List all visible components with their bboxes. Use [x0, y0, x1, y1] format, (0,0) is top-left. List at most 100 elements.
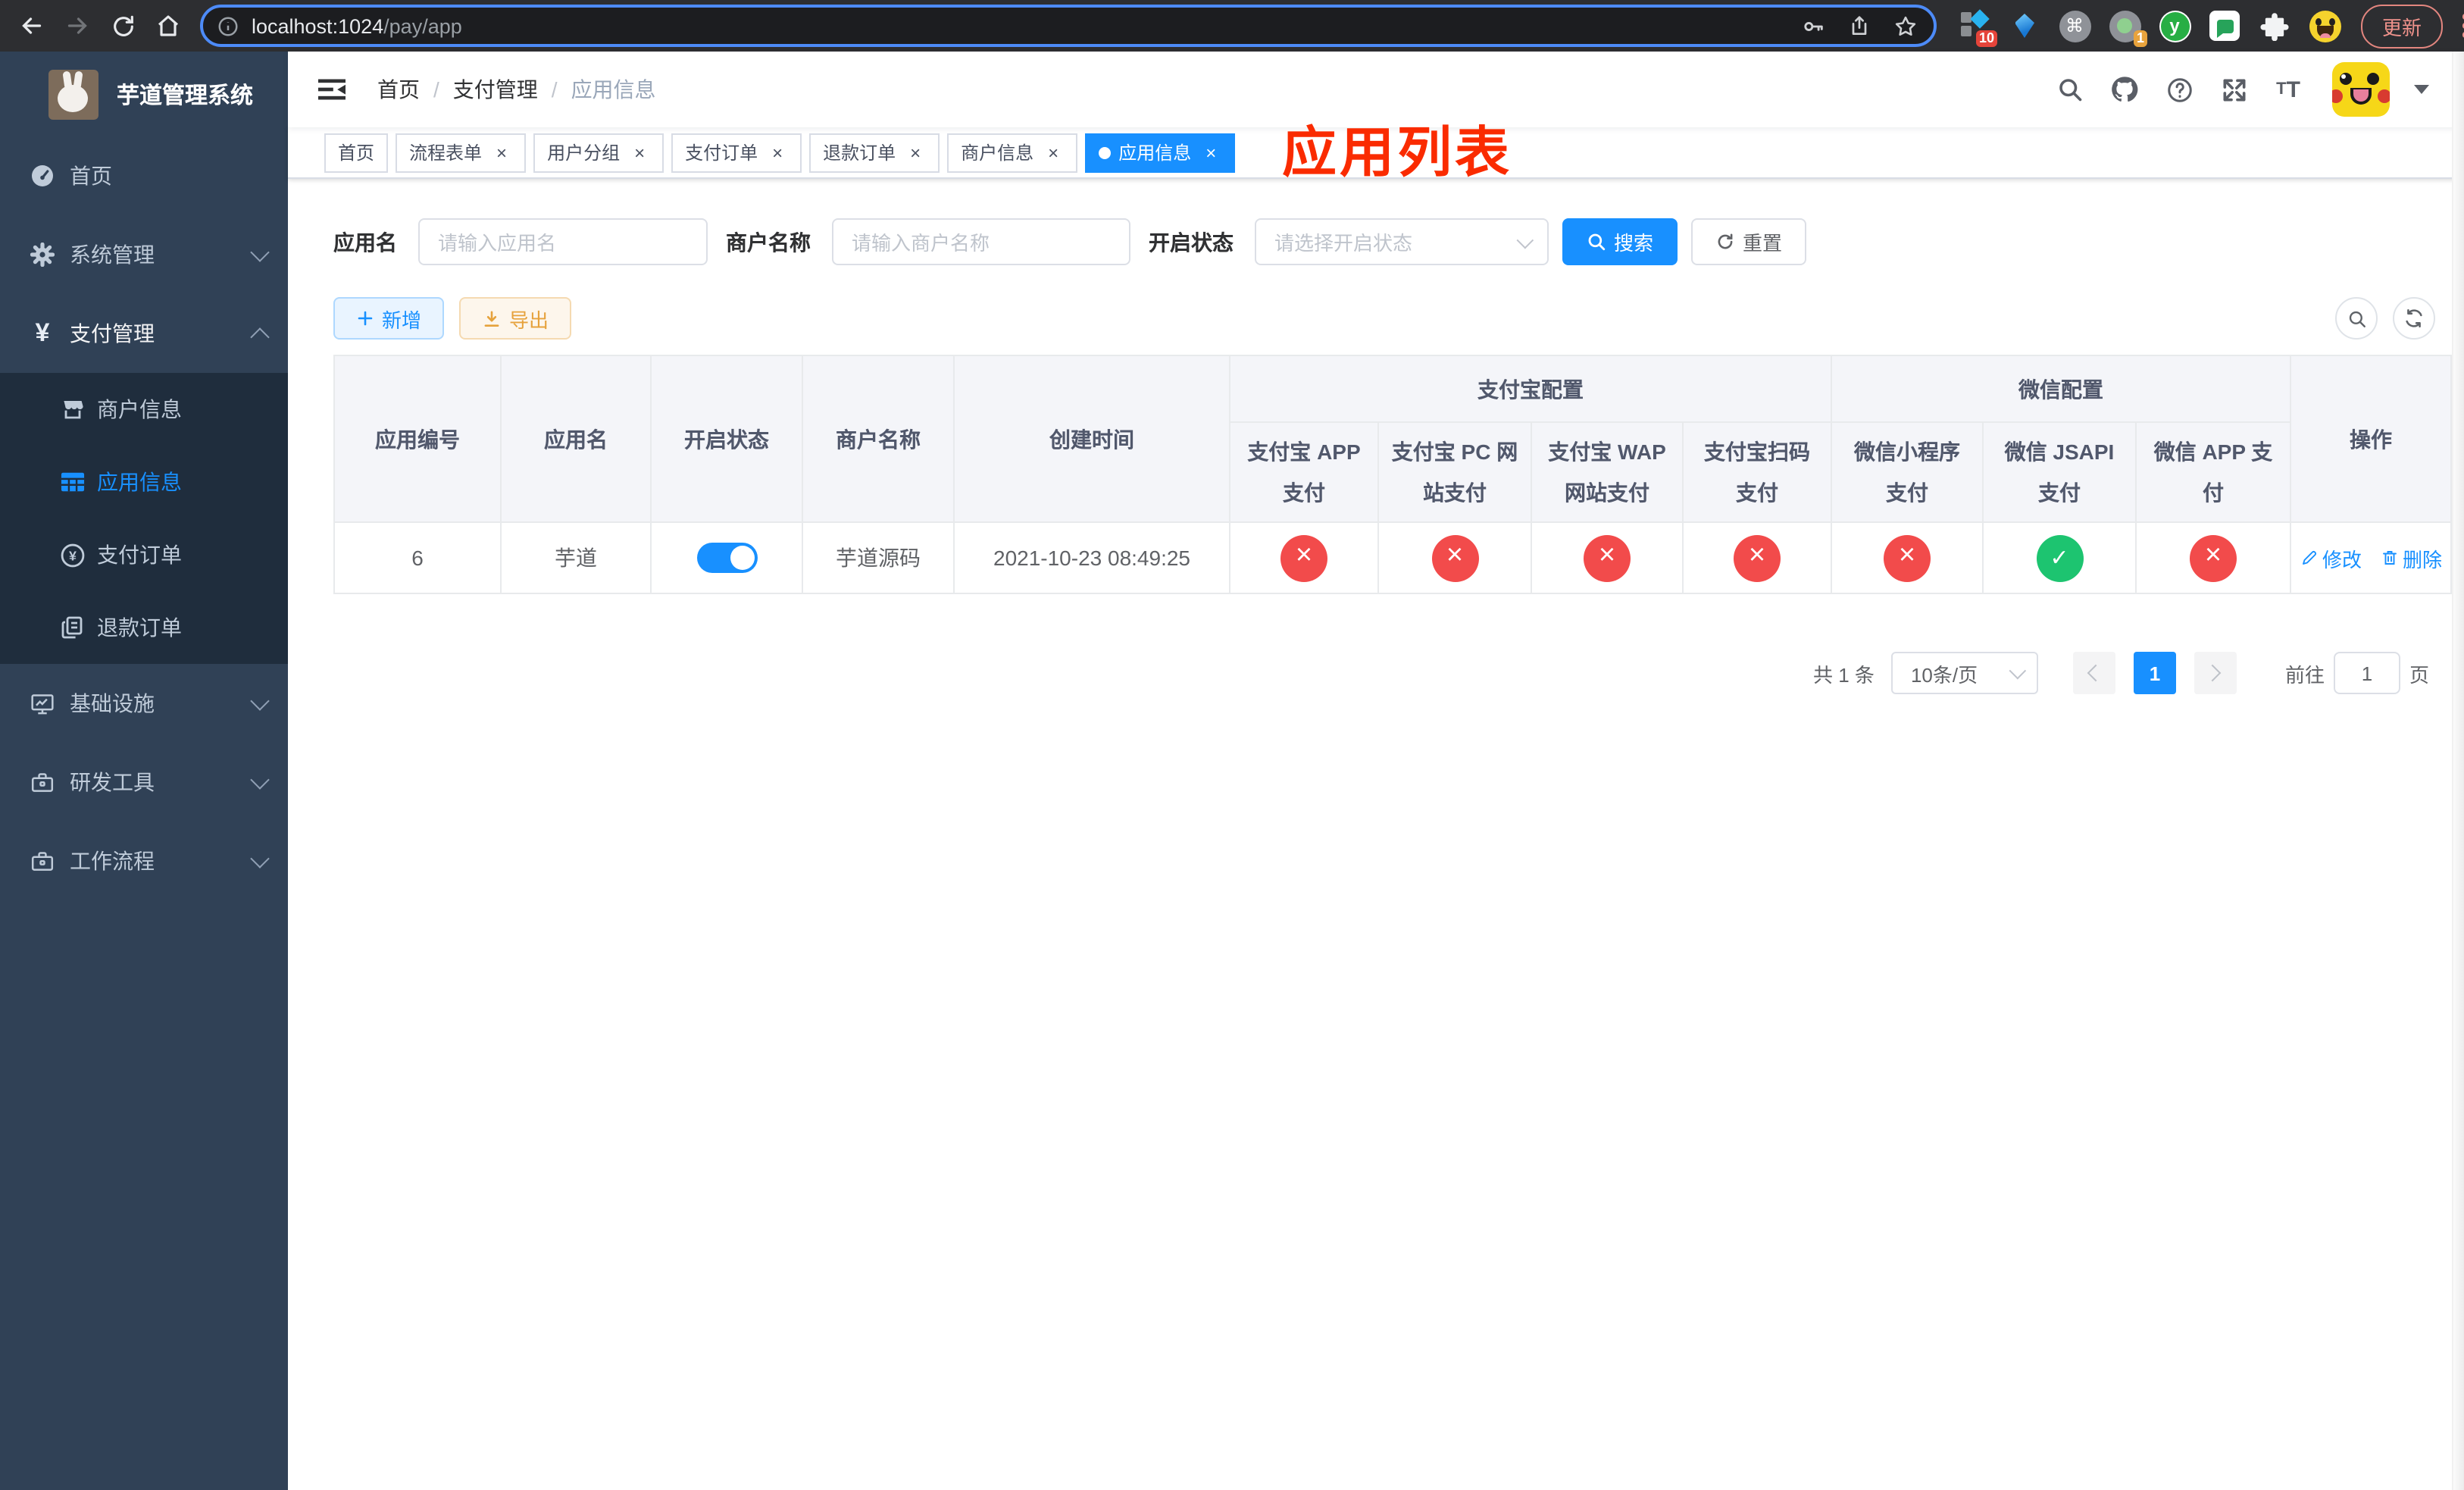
- search-button[interactable]: 搜索: [1562, 218, 1678, 265]
- close-icon[interactable]: [629, 142, 650, 163]
- export-button[interactable]: 导出: [459, 297, 572, 340]
- extension-kite-icon[interactable]: [2008, 9, 2041, 42]
- monitor-chart-icon: [30, 690, 55, 716]
- tab-user-group[interactable]: 用户分组: [533, 133, 664, 172]
- col-wechat-jsapi: 微信 JSAPI 支付: [1982, 421, 2137, 523]
- extension-puzzle-icon[interactable]: [2258, 9, 2291, 42]
- extension-y-icon[interactable]: y: [2158, 9, 2191, 42]
- close-icon[interactable]: [1200, 142, 1221, 163]
- sidebar-item-refund-orders[interactable]: 退款订单: [0, 591, 288, 664]
- pagination: 共 1 条 10条/页 1 前往 1 页: [333, 652, 2450, 694]
- extension-chat-icon[interactable]: [2208, 9, 2241, 42]
- sidebar-item-infrastructure[interactable]: 基础设施: [0, 664, 288, 743]
- app-name-label: 应用名: [333, 230, 397, 254]
- header-search-icon[interactable]: [2053, 73, 2087, 106]
- table-grid-icon: [61, 471, 85, 493]
- reset-button[interactable]: 重置: [1691, 218, 1806, 265]
- chevron-down-icon: [1516, 230, 1534, 249]
- cell-created: 2021-10-23 08:49:25: [953, 521, 1230, 594]
- tab-refund-orders[interactable]: 退款订单: [809, 133, 940, 172]
- sidebar-item-workflow[interactable]: 工作流程: [0, 822, 288, 900]
- url-path: /pay/app: [383, 14, 462, 37]
- merchant-name-input[interactable]: 请输入商户名称: [832, 218, 1130, 265]
- search-form: 应用名 请输入应用名 商户名称 请输入商户名称 开启状态 请选择开启状态 搜索 …: [333, 218, 2450, 265]
- fullscreen-icon[interactable]: [2217, 73, 2250, 106]
- enabled-toggle[interactable]: [696, 543, 757, 573]
- extension-command-icon[interactable]: ⌘: [2058, 9, 2091, 42]
- tab-home[interactable]: 首页: [324, 133, 389, 172]
- extension-recorder-icon[interactable]: 1: [2108, 9, 2147, 47]
- next-page-button[interactable]: [2194, 652, 2237, 694]
- logo-avatar: [48, 69, 98, 119]
- sidebar-item-pay-orders[interactable]: ¥ 支付订单: [0, 518, 288, 591]
- gear-icon: [30, 243, 55, 267]
- status-select[interactable]: 请选择开启状态: [1255, 218, 1549, 265]
- table-row: 6 芋道 芋道源码 2021-10-23 08:49:25 × × × × × …: [333, 521, 2453, 594]
- font-size-icon[interactable]: TT: [2272, 73, 2305, 106]
- toolbox-icon: [30, 769, 55, 795]
- url-host: localhost:1024: [252, 14, 384, 37]
- forward-icon[interactable]: [55, 5, 100, 47]
- sidebar-logo[interactable]: 芋道管理系统: [0, 52, 288, 136]
- sidebar-item-app-info[interactable]: 应用信息: [0, 446, 288, 518]
- close-icon[interactable]: [767, 142, 788, 163]
- github-icon[interactable]: [2108, 73, 2141, 106]
- app-name-input[interactable]: 请输入应用名: [418, 218, 708, 265]
- chevron-down-icon: [250, 690, 270, 710]
- page-size-select[interactable]: 10条/页: [1890, 652, 2038, 694]
- url-bar[interactable]: localhost:1024/pay/app: [200, 5, 1937, 47]
- edit-link[interactable]: 修改: [2300, 543, 2362, 572]
- breadcrumb: 首页 / 支付管理 / 应用信息: [377, 74, 656, 105]
- share-icon[interactable]: [1847, 14, 1871, 38]
- sidebar-item-merchant-info[interactable]: 商户信息: [0, 373, 288, 446]
- browser-menu-icon[interactable]: [2456, 8, 2464, 44]
- home-icon[interactable]: [145, 5, 191, 47]
- site-info-icon[interactable]: [217, 14, 239, 37]
- col-merchant: 商户名称: [802, 355, 955, 523]
- bookmark-star-icon[interactable]: [1893, 13, 1918, 39]
- page-unit-label: 页: [2409, 663, 2429, 686]
- user-avatar[interactable]: [2332, 62, 2390, 117]
- col-status: 开启状态: [650, 355, 803, 523]
- close-icon[interactable]: [1043, 142, 1064, 163]
- prev-page-button[interactable]: [2072, 652, 2115, 694]
- cell-merchant: 芋道源码: [802, 521, 955, 594]
- page-scrollbar[interactable]: [2452, 52, 2464, 1490]
- close-icon[interactable]: [491, 142, 512, 163]
- toggle-search-button[interactable]: [2335, 297, 2378, 340]
- extension-grid-icon[interactable]: 10: [1958, 9, 1997, 47]
- user-menu-caret-icon[interactable]: [2414, 85, 2429, 94]
- tab-pay-orders[interactable]: 支付订单: [671, 133, 802, 172]
- merchant-name-label: 商户名称: [726, 230, 811, 254]
- add-button[interactable]: 新增: [333, 297, 445, 340]
- col-app-id: 应用编号: [333, 355, 502, 523]
- tab-merchant-info[interactable]: 商户信息: [947, 133, 1078, 172]
- page-number-button[interactable]: 1: [2133, 652, 2176, 694]
- breadcrumb-home[interactable]: 首页: [377, 74, 420, 105]
- password-key-icon[interactable]: [1800, 13, 1826, 39]
- yen-circle-icon: ¥: [61, 542, 85, 568]
- browser-update-button[interactable]: 更新: [2361, 4, 2444, 48]
- sidebar-item-home[interactable]: 首页: [0, 136, 288, 215]
- cell-app-name: 芋道: [500, 521, 652, 594]
- tab-process-form[interactable]: 流程表单: [396, 133, 527, 172]
- reload-icon[interactable]: [100, 5, 145, 47]
- delete-link[interactable]: 删除: [2380, 543, 2442, 572]
- briefcase-icon: [30, 848, 55, 874]
- refresh-table-button[interactable]: [2393, 297, 2435, 340]
- extension-emoji-icon[interactable]: [2308, 9, 2341, 42]
- sidebar-item-payment[interactable]: ¥ 支付管理: [0, 294, 288, 373]
- goto-page-input[interactable]: 1: [2333, 652, 2400, 694]
- yen-icon: ¥: [35, 318, 50, 347]
- sidebar-collapse-icon[interactable]: [311, 70, 353, 109]
- sidebar-item-system[interactable]: 系统管理: [0, 215, 288, 294]
- breadcrumb-payment[interactable]: 支付管理: [453, 74, 538, 105]
- payment-submenu: 商户信息 应用信息 ¥ 支付订单 退款订单: [0, 373, 288, 664]
- tab-app-info[interactable]: 应用信息: [1085, 133, 1236, 172]
- back-icon[interactable]: [9, 5, 55, 47]
- close-icon[interactable]: [905, 142, 926, 163]
- sidebar-item-dev-tools[interactable]: 研发工具: [0, 743, 288, 822]
- svg-text:¥: ¥: [69, 548, 77, 563]
- help-icon[interactable]: [2162, 73, 2196, 106]
- chevron-up-icon: [250, 327, 270, 346]
